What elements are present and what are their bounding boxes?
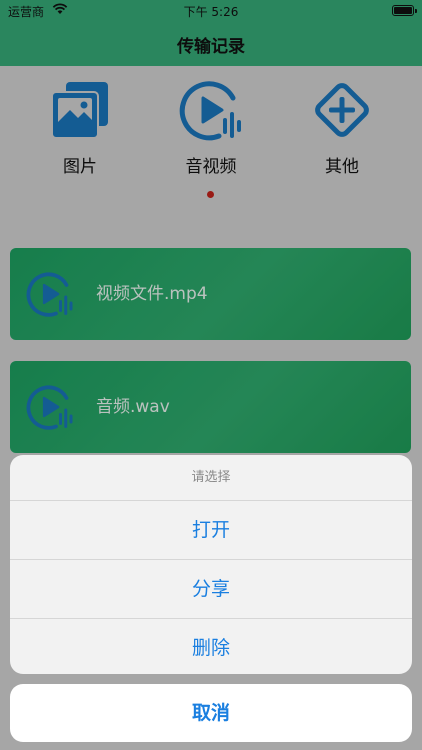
open-button[interactable]: 打开 [10,501,412,560]
action-sheet-title: 请选择 [10,455,412,501]
transfer-records-screen: 运营商 下午 5:26 传输记录 图片 音视频 其他 视频文件.mp4 音频.w… [0,0,422,750]
action-sheet: 请选择 打开 分享 删除 [10,455,412,674]
delete-button[interactable]: 删除 [10,619,412,674]
share-button[interactable]: 分享 [10,560,412,619]
cancel-button[interactable]: 取消 [10,684,412,742]
